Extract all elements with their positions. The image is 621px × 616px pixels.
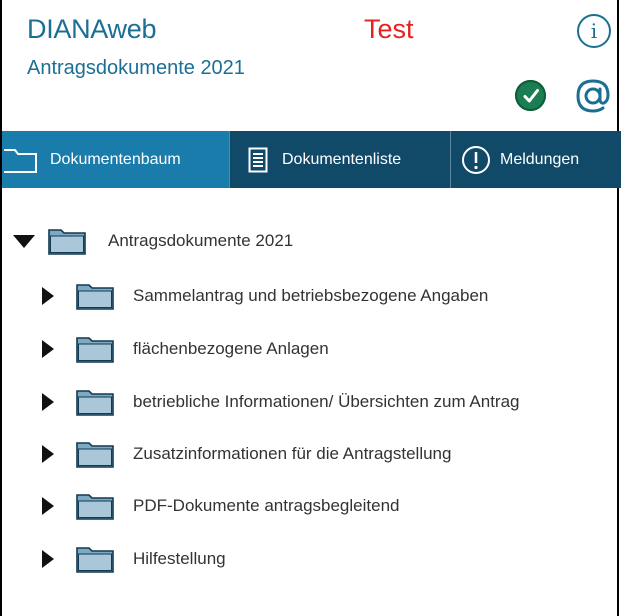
tree-node[interactable]: Hilfestellung (40, 541, 226, 577)
folder-icon (76, 388, 114, 416)
tree-node-label: Antragsdokumente 2021 (108, 231, 294, 250)
page-subtitle: Antragsdokumente 2021 (27, 57, 245, 79)
tree-node-label: Hilfestellung (133, 549, 226, 568)
folder-icon (76, 440, 114, 468)
tree-node-root[interactable]: Antragsdokumente 2021 (10, 223, 293, 259)
caret-right-icon[interactable] (40, 549, 56, 569)
tree-node[interactable]: flächenbezogene Anlagen (40, 331, 329, 367)
tab-dokumentenliste[interactable]: Dokumentenliste (230, 131, 451, 188)
tab-dokumentenbaum[interactable]: Dokumentenbaum (2, 131, 230, 188)
tree-node-label: Sammelantrag und betriebsbezogene Angabe… (133, 286, 489, 305)
tab-meldungen[interactable]: Meldungen (451, 131, 621, 188)
caret-down-icon[interactable] (10, 233, 38, 249)
app-frame: DIANAweb Test Antragsdokumente 2021 i Do… (0, 0, 621, 616)
status-ok-icon[interactable] (515, 80, 546, 111)
tab-label: Meldungen (500, 150, 580, 168)
folder-icon (76, 492, 114, 520)
environment-label: Test (364, 14, 414, 44)
caret-right-icon[interactable] (40, 339, 56, 359)
tree-node[interactable]: Zusatzinformationen für die Antragstellu… (40, 436, 451, 472)
tree-node[interactable]: betriebliche Informationen/ Übersichten … (40, 384, 519, 420)
folder-outline-icon (4, 146, 38, 174)
caret-right-icon[interactable] (40, 496, 56, 516)
tab-label: Dokumentenbaum (50, 150, 181, 168)
folder-icon (48, 227, 86, 255)
tree-node[interactable]: Sammelantrag und betriebsbezogene Angabe… (40, 278, 488, 314)
caret-right-icon[interactable] (40, 286, 56, 306)
tab-label: Dokumentenliste (282, 150, 402, 168)
caret-right-icon[interactable] (40, 392, 56, 412)
tree-node-label: flächenbezogene Anlagen (133, 339, 329, 358)
document-list-icon (248, 147, 268, 173)
exclamation-circle-icon (461, 145, 491, 175)
tree-node-label: Zusatzinformationen für die Antragstellu… (133, 444, 452, 463)
app-title: DIANAweb (27, 14, 157, 44)
checkmark-icon (523, 88, 539, 102)
at-sign-icon (576, 79, 610, 113)
tree-node-label: betriebliche Informationen/ Übersichten … (133, 392, 520, 411)
folder-icon (76, 545, 114, 573)
info-icon[interactable]: i (577, 14, 611, 48)
contact-at-icon[interactable] (575, 78, 611, 114)
tab-bar: Dokumentenbaum Dokumentenliste Meldungen (2, 131, 621, 188)
caret-right-icon[interactable] (40, 444, 56, 464)
info-glyph: i (590, 19, 598, 43)
folder-icon (76, 335, 114, 363)
folder-icon (76, 282, 114, 310)
tree-node-label: PDF-Dokumente antragsbegleitend (133, 496, 400, 515)
tree-node[interactable]: PDF-Dokumente antragsbegleitend (40, 488, 399, 524)
